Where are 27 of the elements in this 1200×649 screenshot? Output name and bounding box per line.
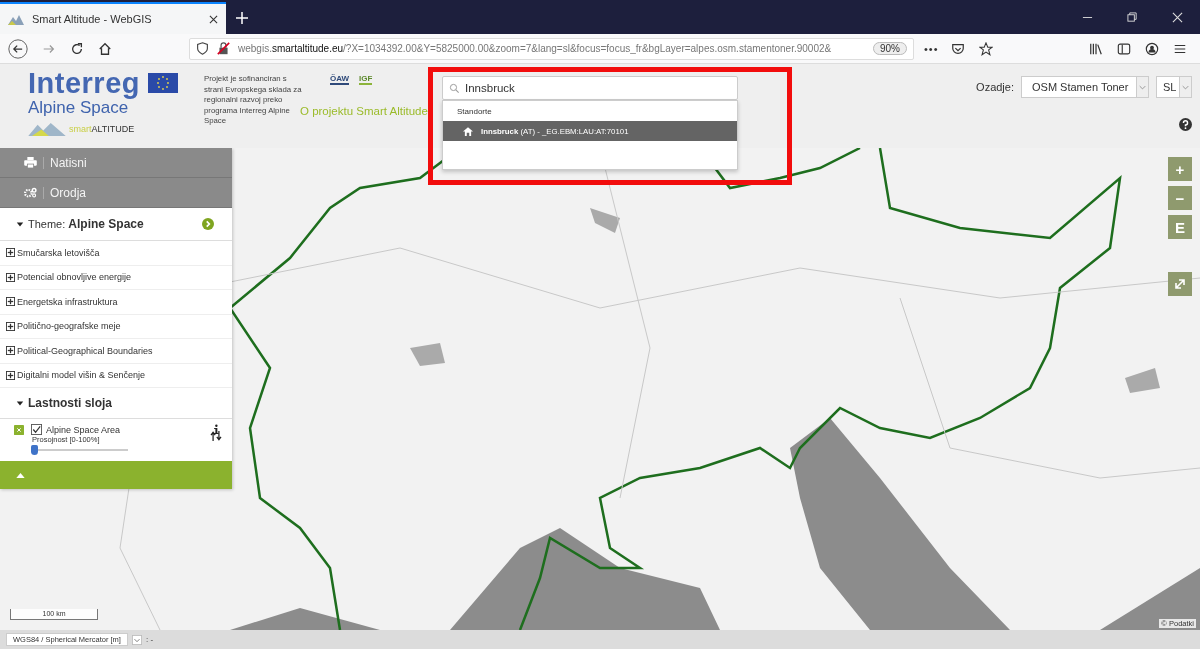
tab-title: Smart Altitude - WebGIS [32, 13, 153, 25]
layer-group-label[interactable]: Smučarska letovišča [17, 247, 100, 258]
coordinates-text: : - [145, 635, 154, 644]
search-field[interactable]: Innsbruck [442, 76, 738, 100]
url-text: webgis.smartaltitude.eu/?X=1034392.00&Y=5825000.00&zoom=7&lang=sl&focus=focus_fr&bgLayer=alpes.osm.stamentoner.90002& [238, 43, 833, 54]
partner-logo: IGF [359, 74, 373, 85]
logo-subtitle: Alpine Space [28, 98, 129, 118]
logo-title: Interreg [28, 68, 140, 98]
browser-tab[interactable]: Smart Altitude - WebGIS [0, 2, 226, 34]
layer-group-label[interactable]: Potencial obnovljive energije [17, 272, 132, 283]
background-label: Ozadje: [976, 81, 1014, 93]
layer-group-label[interactable]: Digitalni model višin & Senčenje [17, 370, 146, 381]
layer-group-label[interactable]: Politično-geografske meje [17, 321, 121, 332]
background-select[interactable]: OSM Stamen Toner [1021, 76, 1149, 98]
partner-logo: ÖAW [330, 74, 350, 85]
layer-name: Alpine Space Area [46, 424, 121, 435]
layer-group-label[interactable]: Energetska infrastruktura [17, 296, 118, 307]
theme-title[interactable]: Theme: Alpine Space [28, 217, 144, 231]
search-value: Innsbruck [465, 82, 515, 94]
layer-group-label[interactable]: Political-Geographical Boundaries [17, 345, 153, 356]
language-select[interactable]: SL [1156, 76, 1192, 98]
result-group-label: Standorte [456, 106, 493, 118]
section-title[interactable]: Lastnosti sloja [28, 396, 113, 410]
page-actions-menu[interactable]: ••• [924, 42, 939, 55]
brand-name: smartALTITUDE [69, 123, 135, 134]
address-bar[interactable]: webgis.smartaltitude.eu/?X=1034392.00&Y=5825000.00&zoom=7&lang=sl&focus=focus_fr&bgLayer=alpes.osm.stamentoner.90002& 90% [189, 37, 914, 60]
zoom-level[interactable]: 90% [873, 42, 907, 55]
